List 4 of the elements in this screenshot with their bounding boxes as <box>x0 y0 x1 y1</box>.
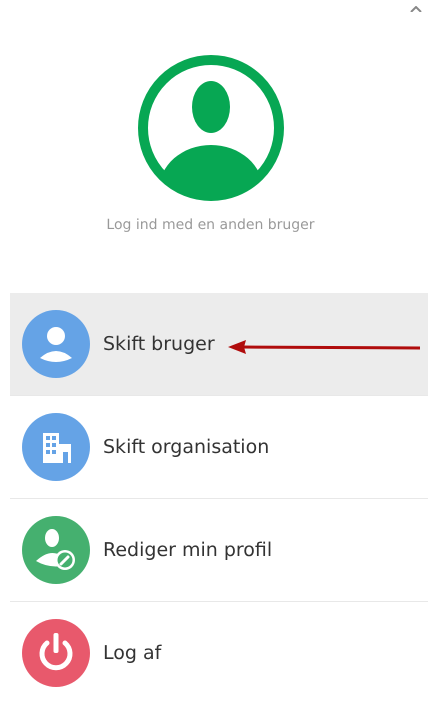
menu-item[interactable]: Skift bruger <box>10 293 428 395</box>
avatar-icon <box>138 55 284 201</box>
caption: Log ind med en anden bruger <box>106 217 315 233</box>
chevron-icon[interactable] <box>410 6 422 12</box>
